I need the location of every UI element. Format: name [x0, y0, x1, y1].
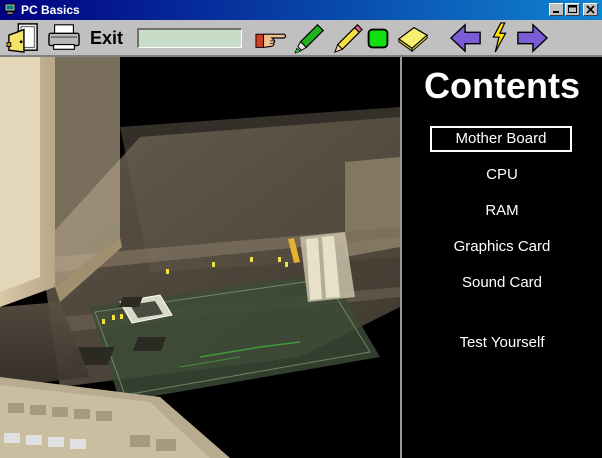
printer-icon[interactable]	[46, 22, 82, 54]
close-button[interactable]	[583, 3, 598, 16]
menu-item-test-yourself[interactable]: Test Yourself	[402, 330, 602, 356]
title-bar: PC Basics	[0, 0, 602, 20]
app-computer-icon	[4, 3, 16, 15]
pc-3d-illustration	[0, 57, 400, 458]
pointing-hand-icon[interactable]	[252, 22, 290, 54]
maximize-icon	[568, 5, 577, 13]
exit-button[interactable]: Exit	[90, 28, 123, 49]
menu-item-cpu[interactable]: CPU	[402, 162, 602, 188]
exit-door-icon[interactable]	[4, 22, 42, 54]
contents-title: Contents	[424, 65, 580, 106]
close-icon	[586, 5, 595, 14]
toolbar: Exit	[0, 20, 602, 57]
sticky-note-icon[interactable]	[394, 22, 432, 54]
page-input-field[interactable]	[137, 28, 242, 48]
menu-item-ram[interactable]: RAM	[402, 198, 602, 224]
lightning-icon[interactable]	[487, 22, 511, 54]
menu-item-mother-board[interactable]: Mother Board	[430, 126, 572, 152]
maximize-button[interactable]	[565, 3, 580, 16]
back-arrow-icon[interactable]	[448, 22, 484, 54]
menu-item-sound-card[interactable]: Sound Card	[402, 270, 602, 296]
minimize-icon	[553, 11, 559, 13]
green-square-icon[interactable]	[366, 22, 390, 54]
pc-case-illustration	[0, 57, 400, 458]
window-title: PC Basics	[21, 3, 80, 17]
contents-panel: Contents Mother Board CPU RAM Graphics C…	[402, 57, 602, 458]
app-window: PC Basics Exit Contents Mother Board CPU…	[0, 0, 602, 458]
forward-arrow-icon[interactable]	[514, 22, 550, 54]
menu-item-graphics-card[interactable]: Graphics Card	[402, 234, 602, 260]
minimize-button[interactable]	[549, 3, 564, 16]
highlighter-icon[interactable]	[292, 22, 328, 54]
pencil-eraser-icon[interactable]	[330, 22, 366, 54]
